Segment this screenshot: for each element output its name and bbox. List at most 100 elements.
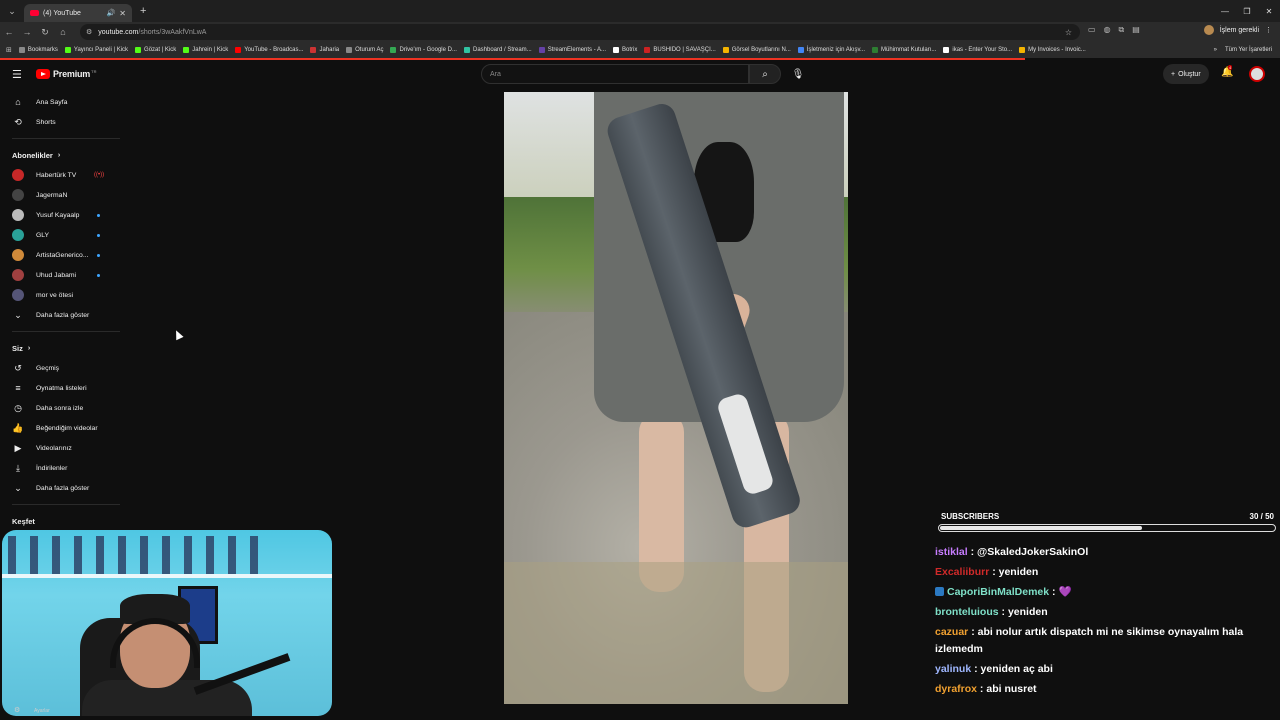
sidebar-item-label: Daha sonra izle	[36, 404, 84, 412]
url-field[interactable]: ⚙ youtube.com/shorts/3wAakfVnLwA ☆	[80, 24, 1080, 40]
sidebar-item[interactable]: ≡ Oynatma listeleri	[0, 378, 120, 398]
bookmark-item[interactable]: Mühimmat Kutuları...	[872, 47, 936, 53]
bookmark-label: My Invoices - Invoic...	[1028, 47, 1086, 53]
sidebar-item[interactable]: ▶ Videolarınız	[0, 438, 120, 458]
stream-chat: istiklal : @SkaledJokerSakinOl Excaliibur…	[935, 544, 1275, 701]
bookmark-item[interactable]: Görsel Boyutlarını N...	[722, 47, 791, 53]
bookmark-favicon-icon	[613, 47, 620, 53]
bookmark-item[interactable]: ikas - Enter Your Sto...	[943, 47, 1012, 53]
extensions-area: ▭ ◍ ⧉ ▤	[1088, 25, 1140, 35]
search-input[interactable]: Ara	[481, 64, 749, 84]
bookmark-label: ikas - Enter Your Sto...	[952, 47, 1013, 53]
sidebar-item-channel[interactable]: Uhud Jabami	[0, 265, 120, 285]
site-info-icon[interactable]: ⚙	[86, 28, 92, 36]
chat-username: dyrafrox	[935, 683, 978, 695]
you-heading[interactable]: Siz ›	[0, 338, 120, 358]
chat-message: CaporiBinMalDemek : 💜	[935, 584, 1275, 601]
bookmark-star-icon[interactable]: ☆	[1065, 28, 1072, 37]
close-window-icon[interactable]: ✕	[1258, 0, 1280, 22]
new-content-dot	[97, 253, 100, 257]
create-button[interactable]: + Oluştur	[1163, 64, 1209, 84]
subscribers-goal-widget: SUBSCRIBERS 30 / 50	[938, 512, 1278, 532]
notifications-bell-icon[interactable]: 🔔 4	[1221, 65, 1233, 78]
bookmark-item[interactable]: Yayıncı Paneli | Kick	[64, 47, 128, 53]
cast-icon[interactable]: ▭	[1088, 25, 1096, 35]
bookmark-item[interactable]: Gözat | Kick	[135, 47, 176, 53]
home-button-icon[interactable]: ⌂	[54, 27, 72, 37]
bookmark-item[interactable]: İşletmeniz için Akışv...	[797, 47, 866, 53]
bookmark-item[interactable]: YouTube - Broadcas...	[235, 47, 303, 53]
youtube-premium-logo[interactable]: Premium TR	[36, 69, 96, 79]
close-tab-icon[interactable]: ✕	[119, 9, 126, 18]
audio-icon[interactable]: 🔊	[107, 9, 116, 17]
chat-username: cazuar	[935, 626, 969, 638]
reload-icon[interactable]: ↻	[36, 27, 54, 38]
chat-separator: :	[968, 626, 978, 638]
apps-grid-icon[interactable]: ⊞	[6, 46, 12, 54]
bookmark-item[interactable]: My Invoices - Invoic...	[1019, 47, 1086, 53]
explore-heading: Keşfet	[12, 516, 35, 526]
hamburger-menu-icon[interactable]: ☰	[12, 68, 22, 81]
bookmark-item[interactable]: Bookmarks	[18, 47, 58, 53]
bookmark-item[interactable]: Drive'ım - Google D...	[390, 47, 457, 53]
bookmark-item[interactable]: Botrix	[613, 47, 637, 53]
bookmark-item[interactable]: Oturum Aç	[346, 47, 383, 53]
forward-icon[interactable]: →	[18, 27, 36, 37]
create-label: Oluştur	[1178, 70, 1201, 78]
sidebar-item-channel[interactable]: GLY	[0, 225, 120, 245]
sidebar-item[interactable]: ◷ Daha sonra izle	[0, 398, 120, 418]
back-icon[interactable]: ←	[0, 27, 18, 37]
browser-tab-bar: ⌄ (4) YouTube 🔊 ✕ + — ❐ ✕	[0, 0, 1280, 22]
sidebar-item-channel[interactable]: ArtistaGenerico...	[0, 245, 120, 265]
chat-text: @SkaledJokerSakinOl	[977, 546, 1089, 558]
sidebar-item[interactable]: ↺ Geçmiş	[0, 358, 120, 378]
youtube-play-icon	[36, 69, 50, 79]
bookmarks-bar: ⊞ Bookmarks Yayıncı Paneli | Kick Gözat | …	[0, 42, 1280, 58]
bookmark-item[interactable]: Jahrein | Kick	[183, 47, 228, 53]
maximize-icon[interactable]: ❐	[1236, 0, 1258, 22]
like-icon: 👍	[12, 422, 24, 433]
bookmark-label: Botrix	[622, 47, 638, 53]
sidebar-item[interactable]: 👍 Beğendiğim videolar	[0, 418, 120, 438]
profile-area: İşlem gerekli ⋮	[1203, 25, 1272, 35]
tab-search-icon[interactable]: ⌄	[0, 0, 24, 22]
short-video-player[interactable]	[504, 92, 848, 704]
all-bookmarks-button[interactable]: Tüm Yer İşaretleri	[1225, 47, 1272, 53]
chat-text: abi nusret	[986, 683, 1037, 695]
bookmarks-overflow-icon[interactable]: »	[1214, 47, 1217, 53]
account-avatar[interactable]	[1249, 66, 1265, 82]
subscribers-progress-fill	[940, 526, 1142, 530]
extension-icon[interactable]: ◍	[1104, 25, 1111, 35]
bookmark-label: İşletmeniz için Akışv...	[806, 47, 866, 53]
extension-puzzle-icon[interactable]: ⧉	[1119, 25, 1125, 35]
bookmark-item[interactable]: Jaharia	[310, 47, 339, 53]
browser-tab[interactable]: (4) YouTube 🔊 ✕	[24, 4, 132, 22]
playlists-icon: ≡	[15, 383, 21, 393]
sidebar-item-channel[interactable]: JagermaN	[0, 185, 120, 205]
menu-kebab-icon[interactable]: ⋮	[1265, 26, 1272, 34]
sidebar-item[interactable]: ⤓ İndirilenler	[0, 458, 120, 478]
sidebar-item[interactable]: ⌂ Ana Sayfa	[0, 92, 120, 112]
new-tab-button[interactable]: +	[140, 5, 146, 17]
sidebar-item[interactable]: ⌄ Daha fazla göster	[0, 478, 120, 498]
sidebar-item-channel[interactable]: Yusuf Kayaalp	[0, 205, 120, 225]
sidebar-toggle-icon[interactable]: ▤	[1132, 25, 1140, 35]
sidebar-item-channel[interactable]: mor ve ötesi	[0, 285, 120, 305]
sidebar-item-label: İndirilenler	[36, 464, 68, 472]
bookmark-item[interactable]: StreamElements - A...	[538, 47, 606, 53]
bookmark-favicon-icon	[722, 47, 729, 53]
bookmark-favicon-icon	[135, 47, 142, 53]
profile-avatar[interactable]	[1203, 25, 1214, 35]
sidebar-item[interactable]: ⟲ Shorts	[0, 112, 120, 132]
bookmark-item[interactable]: Dashboard / Stream...	[463, 47, 532, 53]
search-icon[interactable]: ⌕	[749, 64, 781, 84]
minimize-icon[interactable]: —	[1214, 0, 1236, 22]
show-more-subscriptions[interactable]: ⌄ Daha fazla göster	[0, 305, 120, 325]
settings-gear-icon: ⚙	[14, 707, 21, 714]
voice-search-icon[interactable]: 🎙	[788, 65, 808, 83]
action-required-button[interactable]: İşlem gerekli	[1220, 27, 1259, 34]
subscriptions-heading[interactable]: Abonelikler ›	[0, 145, 120, 165]
address-bar-row: ← → ↻ ⌂ ⚙ youtube.com/shorts/3wAakfVnLwA…	[0, 22, 1280, 42]
bookmark-item[interactable]: BUSHIDO | SAVAŞÇI...	[644, 47, 716, 53]
sidebar-item-channel[interactable]: Habertürk TV ((•))	[0, 165, 120, 185]
